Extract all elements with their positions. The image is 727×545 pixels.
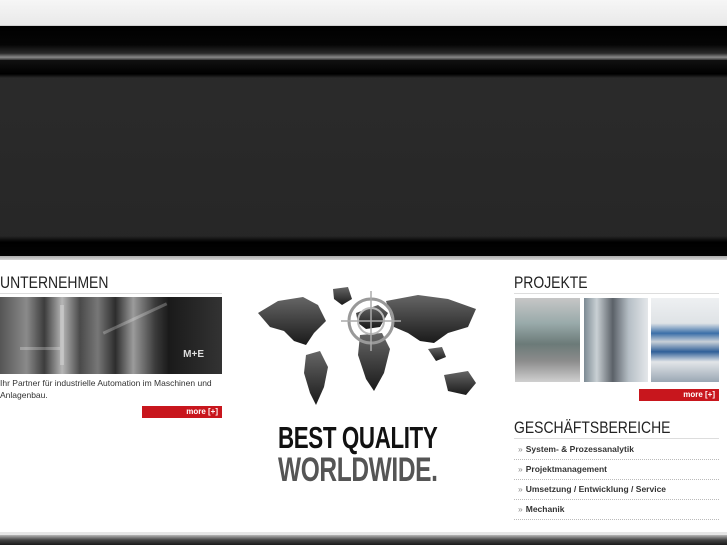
geschaeftsbereich-label: Umsetzung / Entwicklung / Service xyxy=(525,484,667,494)
geschaeftsbereich-link[interactable]: » Projektmanagement xyxy=(514,460,719,480)
projekt-photo-3[interactable] xyxy=(651,298,719,382)
projekt-photo-1[interactable] xyxy=(515,298,580,382)
projekte-more-button[interactable]: more [+] xyxy=(639,389,719,401)
geschaeftsbereich-link[interactable]: » Mechanik xyxy=(514,500,719,520)
geschaeftsbereiche-heading-part2: BEREICHE xyxy=(599,418,671,437)
unternehmen-more-button[interactable]: more [+] xyxy=(142,406,222,418)
geschaeftsbereiche-divider xyxy=(514,438,719,439)
geschaeftsbereiche-list: » System- & Prozessanalytik » Projektmanag… xyxy=(514,440,719,520)
company-logo: M+E xyxy=(183,349,204,360)
geschaeftsbereich-label: Projektmanagement xyxy=(525,464,607,474)
machine-part-shape xyxy=(20,347,60,350)
projekte-divider xyxy=(514,293,719,294)
geschaeftsbereich-link[interactable]: » System- & Prozessanalytik xyxy=(514,440,719,460)
machine-part-shape xyxy=(60,305,64,365)
footer-bar xyxy=(0,535,727,545)
geschaeftsbereiche-heading-part1: GESCHÄFTS xyxy=(514,418,600,437)
world-map-graphic xyxy=(258,287,476,405)
unternehmen-description: Ihr Partner für industrielle Automation … xyxy=(0,378,212,400)
link-arrow-icon: » xyxy=(518,504,523,514)
unternehmen-photo[interactable]: M+E xyxy=(0,297,222,374)
projekte-heading: PROJEKTE xyxy=(514,273,588,292)
top-bar xyxy=(0,0,727,26)
projekt-photo-2[interactable] xyxy=(584,298,648,382)
geschaeftsbereich-label: Mechanik xyxy=(525,504,565,514)
link-arrow-icon: » xyxy=(518,484,523,494)
link-arrow-icon: » xyxy=(518,464,523,474)
geschaeftsbereich-label: System- & Prozessanalytik xyxy=(525,444,634,454)
unternehmen-heading: UNTERNEHMEN xyxy=(0,273,109,292)
machine-part-shape xyxy=(102,302,168,335)
geschaeftsbereiche-heading: GESCHÄFTSBEREICHE xyxy=(514,418,670,438)
navigation-strip xyxy=(0,26,727,60)
link-arrow-icon: » xyxy=(518,444,523,454)
geschaeftsbereich-link[interactable]: » Umsetzung / Entwicklung / Service xyxy=(514,480,719,500)
header-banner xyxy=(0,60,727,260)
unternehmen-divider xyxy=(0,293,222,294)
slogan-line-2: WORLDWIDE. xyxy=(278,451,438,489)
